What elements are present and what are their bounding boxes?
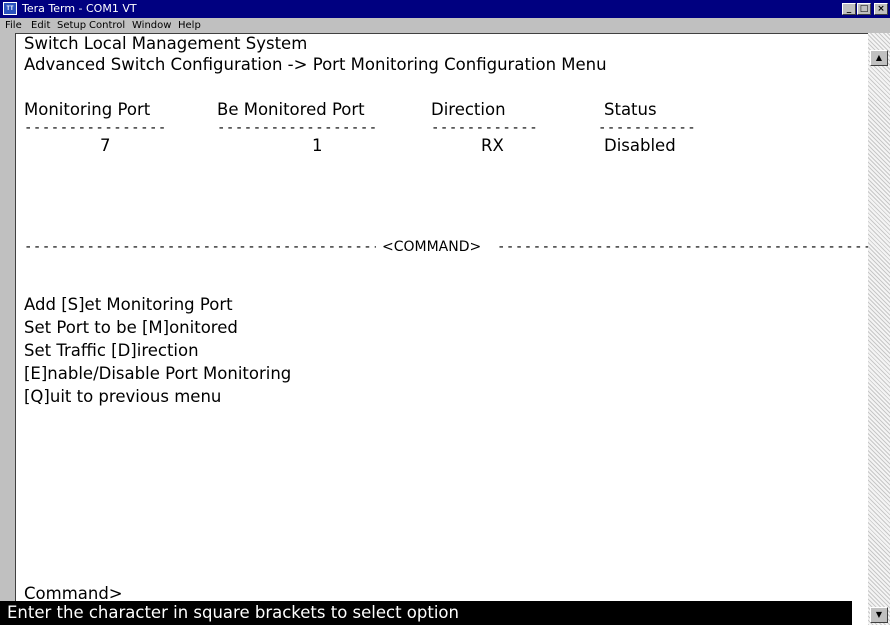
column-header-direction: Direction [431,100,506,119]
tera-term-icon[interactable]: TT [3,2,17,15]
menu-window[interactable]: Window [132,18,171,33]
column-underline: ------------------ [217,120,378,136]
column-underline: ---------------- [24,120,167,136]
command-option-traffic-direction[interactable]: Set Traffic [D]irection [24,341,199,361]
left-frame [0,33,15,625]
terminal-screen[interactable]: Switch Local Management System Advanced … [15,33,869,625]
column-header-be-monitored-port: Be Monitored Port [217,100,365,119]
window-title: Tera Term - COM1 VT [22,2,137,15]
maximize-button[interactable]: □ [857,3,871,15]
menu-edit[interactable]: Edit [31,18,50,33]
column-header-status: Status [604,100,657,119]
command-option-set-monitoring-port[interactable]: Add [S]et Monitoring Port [24,295,233,315]
menu-help[interactable]: Help [178,18,201,33]
status-line: Enter the character in square brackets t… [0,601,852,625]
table-cell-be-monitored-port: 1 [312,136,323,155]
header-line-2: Advanced Switch Configuration -> Port Mo… [24,55,607,74]
table-cell-monitoring-port: 7 [100,136,111,155]
table-cell-status: Disabled [604,136,676,155]
column-underline: ------------ [431,120,539,136]
command-divider-left: ----------------------------------------… [24,239,376,255]
menu-bar: File Edit Setup Control Window Help [0,18,890,33]
command-divider-right: ----------------------------------------… [497,239,869,255]
vertical-scrollbar[interactable] [868,33,890,625]
close-button[interactable]: × [874,3,888,15]
command-option-enable-disable[interactable]: [E]nable/Disable Port Monitoring [24,364,291,384]
minimize-button[interactable]: _ [842,3,856,15]
menu-file[interactable]: File [5,18,22,33]
title-bar[interactable]: TT Tera Term - COM1 VT _ □ × [0,0,890,18]
table-cell-direction: RX [481,136,504,155]
scroll-up-icon[interactable]: ▲ [870,50,888,66]
column-header-monitoring-port: Monitoring Port [24,100,151,119]
column-underline: ----------- [598,120,697,136]
menu-control[interactable]: Control [89,18,125,33]
scroll-down-icon[interactable]: ▼ [870,607,888,623]
command-option-set-monitored-port[interactable]: Set Port to be [M]onitored [24,318,238,338]
command-header: <COMMAND> [382,239,482,255]
header-line-1: Switch Local Management System [24,34,308,53]
menu-setup[interactable]: Setup [57,18,86,33]
command-option-quit[interactable]: [Q]uit to previous menu [24,387,221,407]
tera-term-window: TT Tera Term - COM1 VT _ □ × File Edit S… [0,0,890,625]
